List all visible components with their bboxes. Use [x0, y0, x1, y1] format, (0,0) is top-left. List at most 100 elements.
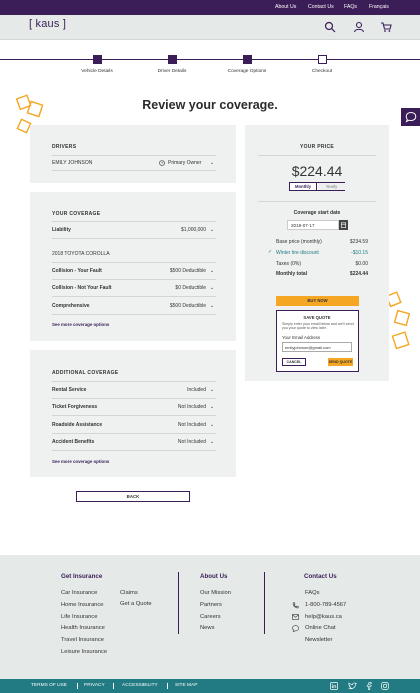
step-label-vehicle[interactable]: Vehicle Details [67, 69, 127, 74]
divider [52, 238, 216, 239]
coverage-row-value: $500 Deductible [169, 268, 206, 274]
divider [52, 314, 216, 315]
divider [52, 221, 216, 222]
coverage-row-label: Collision - Your Fault [52, 268, 102, 274]
price-title: YOUR PRICE [299, 144, 335, 150]
terms-link[interactable]: TERMS OF USE [31, 683, 67, 688]
divider [258, 155, 376, 156]
footer-link[interactable]: Partners [200, 602, 222, 608]
logo-text: kaus [35, 18, 60, 30]
price-line-value: $0.00 [355, 261, 368, 267]
chevron-down-icon[interactable]: ⌄ [210, 303, 216, 309]
footer-online-chat[interactable]: Online Chat [305, 625, 336, 631]
accessibility-link[interactable]: ACCESSIBILITY [122, 683, 158, 688]
footer-divider [264, 572, 265, 634]
chevron-down-icon[interactable]: ⌄ [210, 387, 216, 393]
mail-icon [292, 614, 299, 620]
separator [167, 683, 168, 689]
footer-link[interactable]: Our Mission [200, 590, 231, 596]
privacy-link[interactable]: PRIVACY [84, 683, 105, 688]
kaus-logo[interactable]: [ kaus ] [29, 18, 66, 30]
additional-row-label: Accident Benefits [52, 439, 95, 445]
drivers-title: DRIVERS [52, 144, 77, 150]
linkedin-icon[interactable] [330, 682, 338, 690]
chevron-down-icon[interactable]: ⌄ [210, 422, 216, 428]
top-utility-bar: About Us Contact Us FAQs Français [0, 0, 420, 15]
additional-row-label: Roadside Assistance [52, 422, 103, 428]
liability-value: $1,000,000 [180, 227, 206, 233]
footer-newsletter[interactable]: Newsletter [305, 637, 332, 643]
footer-link[interactable]: Life Insurance [61, 614, 97, 620]
twitter-icon[interactable] [348, 682, 357, 690]
chevron-down-icon[interactable]: ⌄ [210, 160, 216, 166]
footer-link[interactable]: News [200, 625, 215, 631]
search-icon[interactable] [324, 21, 336, 33]
email-value: emilyjohnson@gmail.com [285, 345, 331, 350]
footer-phone[interactable]: 1-800-789-4567 [305, 602, 346, 608]
step-marker-driver [168, 55, 177, 64]
buy-now-button[interactable]: BUY NOW [276, 296, 359, 306]
footer-link[interactable]: Health Insurance [61, 625, 105, 631]
footer-link[interactable]: FAQs [305, 590, 320, 596]
language-toggle[interactable]: Français [369, 4, 389, 10]
step-label-driver[interactable]: Driver Details [142, 69, 202, 74]
account-icon[interactable] [353, 21, 365, 33]
chat-bubble-icon [405, 111, 417, 123]
coverage-row-label: Comprehensive [52, 303, 90, 309]
calendar-icon [341, 222, 346, 228]
coverage-row-value: $500 Deductible [169, 303, 206, 309]
legal-bar: TERMS OF USE PRIVACY ACCESSIBILITY SITE … [0, 679, 420, 693]
driver-name: EMILY JOHNSON [52, 160, 93, 166]
separator [77, 683, 78, 689]
chevron-down-icon[interactable]: ⌄ [210, 404, 216, 410]
see-more-coverage-link[interactable]: See more coverage options [52, 322, 109, 327]
clock-icon [159, 160, 165, 166]
step-label-coverage[interactable]: Coverage Options [217, 69, 277, 74]
chevron-down-icon[interactable]: ⌄ [210, 285, 216, 291]
additional-row-value: Not Included [177, 422, 206, 428]
calendar-button[interactable] [339, 220, 348, 230]
about-us-link[interactable]: About Us [275, 4, 296, 10]
yearly-option[interactable]: Yearly [318, 183, 345, 190]
save-quote-panel: SAVE QUOTE Simply enter your email below… [276, 310, 359, 372]
footer-link[interactable]: Travel Insurance [61, 637, 104, 643]
divider [52, 415, 216, 416]
divider [52, 262, 216, 263]
phone-icon [292, 602, 299, 609]
site-header: [ kaus ] [0, 15, 420, 40]
send-quote-button[interactable]: SEND QUOTE [328, 358, 353, 366]
chevron-down-icon[interactable]: ⌄ [210, 268, 216, 274]
chevron-down-icon[interactable]: ⌄ [210, 227, 216, 233]
step-marker-coverage [243, 55, 252, 64]
monthly-option[interactable]: Monthly [290, 183, 317, 190]
start-date-input[interactable]: 2019-07-17 [287, 220, 339, 230]
back-button[interactable]: BACK [76, 491, 190, 502]
faqs-link[interactable]: FAQs [344, 4, 357, 10]
footer-link[interactable]: Careers [200, 614, 221, 620]
footer-link[interactable]: Home Insurance [61, 602, 104, 608]
vehicle-name: 2018 TOYOTA COROLLA [52, 251, 110, 257]
chat-icon [292, 625, 299, 632]
additional-row-value: Not Included [177, 404, 206, 410]
footer-link[interactable]: Car Insurance [61, 590, 97, 596]
cancel-button[interactable]: CANCEL [282, 358, 306, 366]
divider [52, 433, 216, 434]
footer-link[interactable]: Leisure Insurance [61, 649, 107, 655]
cart-icon[interactable] [380, 21, 392, 33]
footer-email[interactable]: help@kaus.ca [305, 614, 342, 620]
footer-link[interactable]: Get a Quote [120, 601, 152, 607]
see-more-coverage-link[interactable]: See more coverage options [52, 459, 109, 464]
billing-toggle: Monthly Yearly [289, 182, 345, 191]
contact-us-link[interactable]: Contact Us [308, 4, 334, 10]
price-line-label: Winter tire discount [276, 250, 319, 256]
email-field[interactable]: emilyjohnson@gmail.com [282, 342, 352, 352]
driver-role: Primary Owner [168, 160, 202, 166]
instagram-icon[interactable] [381, 682, 389, 690]
sitemap-link[interactable]: SITE MAP [175, 683, 197, 688]
facebook-icon[interactable] [366, 682, 372, 690]
chevron-down-icon[interactable]: ⌄ [210, 439, 216, 445]
save-quote-title: SAVE QUOTE [303, 315, 331, 320]
your-coverage-card: YOUR COVERAGE Liability $1,000,000 ⌄ 201… [30, 192, 236, 341]
price-line-label: Base price (monthly) [276, 239, 322, 245]
footer-link[interactable]: Claims [120, 590, 138, 596]
